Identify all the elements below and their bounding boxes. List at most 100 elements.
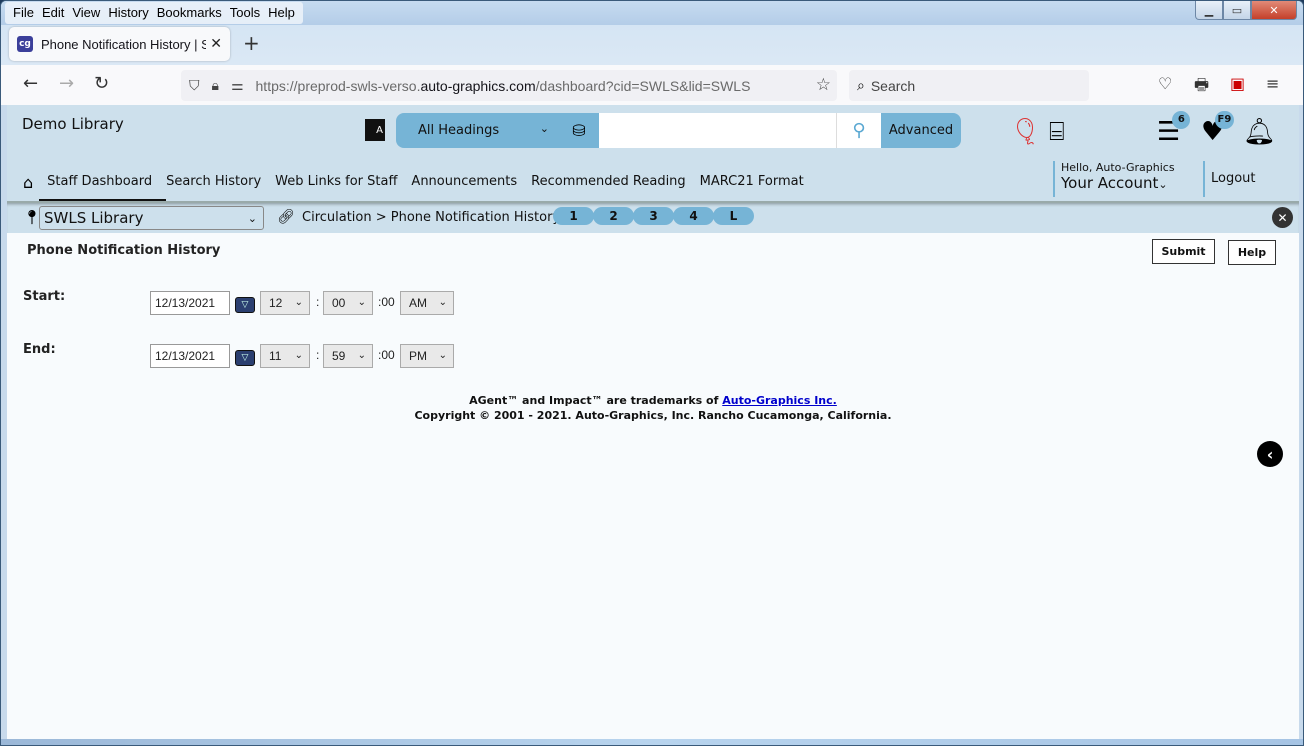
database-icon[interactable]: ⛁ [559, 113, 599, 148]
end-hour-select[interactable]: 11 ⌄ [260, 344, 310, 368]
start-minute-select[interactable]: 00 ⌄ [323, 291, 373, 315]
auto-graphics-link[interactable]: Auto-Graphics Inc. [722, 394, 837, 407]
extension-icon[interactable]: ▣ [1230, 74, 1245, 93]
list-icon[interactable]: ☰ 6 [1157, 111, 1191, 147]
scan-search-icon[interactable]: ⌸ [1049, 117, 1065, 147]
end-date-input[interactable]: 12/13/2021 [150, 344, 230, 368]
reload-icon[interactable]: ↻ [94, 73, 109, 95]
quick-button-l[interactable]: L [713, 207, 754, 225]
start-label: Start: [23, 289, 66, 304]
start-hour-select[interactable]: 12 ⌄ [260, 291, 310, 315]
nav-web-links-for-staff[interactable]: Web Links for Staff [275, 165, 397, 199]
menu-edit[interactable]: Edit [38, 2, 68, 24]
title-bar: File Edit View History Bookmarks Tools H… [1, 1, 1303, 25]
forward-icon[interactable]: → [59, 73, 74, 95]
browser-search-bar[interactable]: ⌕ Search [849, 70, 1089, 101]
chevron-down-icon: ⌄ [539, 122, 549, 135]
start-date-input[interactable]: 12/13/2021 [150, 291, 230, 315]
favicon-icon: cg [17, 36, 33, 52]
menu-bookmarks[interactable]: Bookmarks [153, 2, 226, 24]
window-controls: ▁ ▭ ✕ [1195, 1, 1297, 20]
logout-link[interactable]: Logout [1203, 161, 1256, 197]
search-scope-select[interactable]: All Headings ⌄ [396, 113, 559, 148]
translate-icon[interactable]: A [365, 119, 385, 141]
new-tab-icon[interactable]: + [243, 33, 260, 53]
breadcrumb: Circulation > Phone Notification History [302, 210, 561, 225]
home-icon[interactable]: ⌂ [23, 173, 33, 192]
menu-view[interactable]: View [68, 2, 104, 24]
bookmark-star-icon[interactable]: ☆ [816, 75, 831, 95]
context-bar: 📍︎ SWLS Library ⌄ 🔗︎ Circulation > Phone… [7, 201, 1299, 233]
maximize-button[interactable]: ▭ [1223, 1, 1251, 20]
greeting-text: Hello, Auto-Graphics [1061, 161, 1175, 174]
help-button[interactable]: Help [1228, 240, 1276, 265]
advanced-search-button[interactable]: Advanced [881, 113, 961, 148]
browser-window: File Edit View History Bookmarks Tools H… [0, 0, 1304, 746]
trademark-line: AGent™ and Impact™ are trademarks of Aut… [469, 394, 837, 407]
menu-tools[interactable]: Tools [226, 2, 264, 24]
browser-tab-active[interactable]: cg Phone Notification History | SWLS ✕ [9, 27, 230, 61]
nav-staff-dashboard[interactable]: Staff Dashboard [39, 165, 167, 203]
pocket-icon[interactable]: ♡ [1158, 74, 1172, 93]
quick-button-1[interactable]: 1 [553, 207, 594, 225]
library-select[interactable]: SWLS Library ⌄ [39, 206, 264, 230]
shield-icon[interactable]: ⛉ [189, 78, 200, 94]
search-button[interactable]: ⚲ [836, 113, 881, 148]
browser-search-placeholder: Search [870, 77, 916, 94]
favorites-heart-icon[interactable]: ♥ F9 [1201, 111, 1235, 147]
menu-history[interactable]: History [104, 2, 152, 24]
tab-title: Phone Notification History | SWLS [40, 36, 206, 52]
quick-button-2[interactable]: 2 [593, 207, 634, 225]
notification-bell-icon[interactable]: 🔔︎ [1243, 117, 1276, 147]
chevron-left-icon[interactable]: ‹ [1257, 441, 1283, 467]
quick-buttons: 1 2 3 4 L [553, 207, 754, 225]
catalog-search-input[interactable] [599, 113, 836, 148]
hamburger-menu-icon[interactable]: ≡ [1266, 74, 1279, 93]
page-title: Phone Notification History [27, 243, 221, 258]
search-scope-value: All Headings [418, 123, 500, 138]
chevron-down-icon: ⌄ [247, 212, 257, 225]
back-icon[interactable]: ← [23, 73, 38, 95]
your-account-dropdown[interactable]: Your Account⌄ [1061, 174, 1175, 192]
hot-air-balloon-icon[interactable]: 🎈︎ [1009, 117, 1042, 147]
account-menu[interactable]: Hello, Auto-Graphics Your Account⌄ [1053, 161, 1175, 197]
quick-button-3[interactable]: 3 [633, 207, 674, 225]
url-bar[interactable]: ⛉ 🔒︎ ⚌ https://preprod-swls-verso.auto-g… [181, 70, 837, 101]
end-seconds: :00 [378, 348, 395, 362]
link-icon: 🔗︎ [277, 209, 295, 225]
page-viewport: Demo Library A All Headings ⌄ ⛁ ⚲ Advanc… [7, 105, 1299, 741]
menu-help[interactable]: Help [264, 2, 299, 24]
end-minute-select[interactable]: 59 ⌄ [323, 344, 373, 368]
end-label: End: [23, 342, 56, 357]
copyright-line: Copyright © 2001 - 2021. Auto-Graphics, … [414, 409, 892, 422]
nav-announcements[interactable]: Announcements [411, 165, 517, 199]
calendar-icon[interactable]: ▽ [235, 350, 255, 366]
menu-file[interactable]: File [9, 2, 38, 24]
start-seconds: :00 [378, 295, 395, 309]
favorites-badge: F9 [1214, 111, 1235, 129]
tab-strip: cg Phone Notification History | SWLS ✕ + [1, 25, 1303, 65]
nav-marc21-format[interactable]: MARC21 Format [700, 165, 804, 199]
library-select-value: SWLS Library [44, 209, 144, 227]
time-separator: : [316, 295, 320, 309]
url-text[interactable]: https://preprod-swls-verso.auto-graphics… [256, 78, 751, 94]
search-icon: ⌕ [857, 77, 865, 94]
nav-recommended-reading[interactable]: Recommended Reading [531, 165, 686, 199]
close-tab-icon[interactable]: ✕ [210, 36, 222, 52]
permissions-icon[interactable]: ⚌ [231, 78, 244, 94]
calendar-icon[interactable]: ▽ [235, 297, 255, 313]
lock-icon[interactable]: 🔒︎ [212, 78, 219, 94]
catalog-search: All Headings ⌄ ⛁ ⚲ Advanced [396, 113, 961, 148]
window-bottom-border [1, 739, 1303, 745]
close-icon[interactable]: ✕ [1272, 207, 1293, 228]
end-ampm-select[interactable]: PM ⌄ [400, 344, 454, 368]
start-ampm-select[interactable]: AM ⌄ [400, 291, 454, 315]
library-name: Demo Library [22, 115, 124, 133]
quick-button-4[interactable]: 4 [673, 207, 714, 225]
minimize-button[interactable]: ▁ [1195, 1, 1223, 20]
nav-search-history[interactable]: Search History [166, 165, 261, 199]
submit-button[interactable]: Submit [1152, 239, 1215, 264]
close-window-button[interactable]: ✕ [1251, 1, 1297, 20]
list-count-badge: 6 [1172, 111, 1191, 129]
print-icon[interactable]: 🖶︎ [1194, 74, 1209, 101]
